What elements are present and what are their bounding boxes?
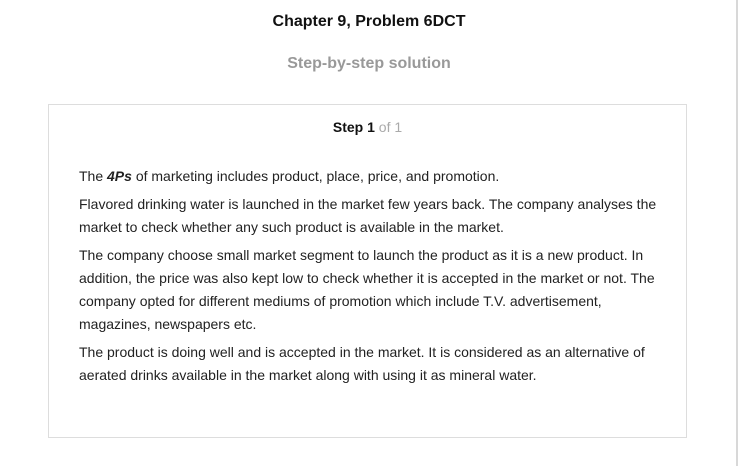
paragraph-segment-price-promotion: The company choose small market segment … <box>79 247 655 332</box>
solution-card: Step 1 of 1 The 4Ps of marketing include… <box>48 104 687 438</box>
paragraph-4ps-rest: of marketing includes product, place, pr… <box>131 168 500 184</box>
term-4ps: 4Ps <box>107 168 132 184</box>
paragraph-4ps: The 4Ps of marketing includes product, p… <box>79 165 669 188</box>
step-count: of 1 <box>378 119 403 135</box>
step-number: 1 <box>367 119 375 135</box>
step-header: Step 1 of 1 <box>49 119 686 135</box>
paragraph-product: Flavored drinking water is launched in t… <box>79 196 657 235</box>
solution-subtitle: Step-by-step solution <box>287 55 451 72</box>
paragraph-outcome: The product is doing well and is accepte… <box>79 344 645 383</box>
step-body: The 4Ps of marketing includes product, p… <box>79 165 669 392</box>
page-title: Chapter 9, Problem 6DCT <box>272 13 466 30</box>
step-label: Step <box>332 119 364 135</box>
paragraph-4ps-lead: The <box>79 168 108 184</box>
